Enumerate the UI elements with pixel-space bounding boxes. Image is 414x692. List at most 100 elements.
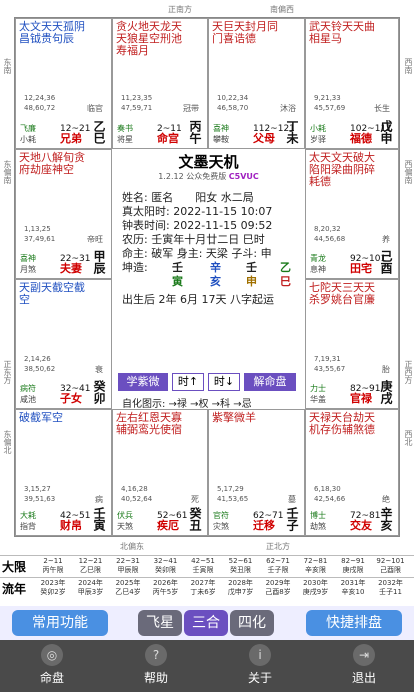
sanhe-tab[interactable]: 三合 (184, 610, 228, 636)
star-char: 辰 (63, 32, 74, 45)
sihua-tab[interactable]: 四化 (230, 610, 274, 636)
palace-cell[interactable]: 天巨天封月同门喜诰德 10,22,34 46,58,70 沐浴 喜神 攀鞍 11… (208, 18, 305, 149)
star-char: 微 (234, 411, 245, 424)
dayun-cell[interactable]: 72~81 辛亥限 (299, 557, 333, 575)
star-char: 使 (160, 423, 171, 436)
liunian-cell[interactable]: 2032年 壬子11 (374, 579, 408, 597)
tab-about[interactable]: i 关于 (230, 644, 290, 686)
common-functions-button[interactable]: 常用功能 (12, 610, 108, 636)
time-up-button[interactable]: 时↑ (172, 373, 204, 391)
dayun-cell[interactable]: 92~101 己酉限 (374, 557, 408, 575)
palace-cell[interactable]: 天禄天台劫天机存伤辅煞德 6,18,30 42,54,66 绝 博士 劫煞 72… (305, 409, 399, 536)
tab-mingpan[interactable]: ◎ 命盘 (22, 644, 82, 686)
cell-star-a: 伏兵 (117, 511, 133, 520)
star-char: 福 (127, 44, 138, 57)
cell-palace: 兄弟 (60, 132, 82, 145)
cell-ages: 7,19,31 43,55,67 (314, 355, 346, 373)
dayun-cell[interactable]: 32~41 癸卯限 (149, 557, 183, 575)
time-down-button[interactable]: 时↓ (208, 373, 240, 391)
dayun-cell-top: 62~71 (266, 557, 290, 565)
dayun-cell[interactable]: 82~91 庚戌限 (336, 557, 370, 575)
dayun-cell[interactable]: 52~61 癸丑限 (224, 557, 258, 575)
palace-cell[interactable]: 左右红恩天寡辅弼鸾光使宿 4,16,28 40,52,64 死 伏兵 天煞 52… (112, 409, 208, 536)
liunian-cell-bottom: 壬子11 (379, 588, 402, 596)
cell-ages: 5,17,29 41,53,65 (217, 485, 249, 503)
kun-label: 坤造: (122, 261, 148, 274)
liunian-cell[interactable]: 2028年 戊申7岁 (224, 579, 258, 597)
star-char: 阴 (353, 163, 364, 176)
cell-palace: 财帛 (60, 519, 82, 532)
star-char: 句 (52, 32, 63, 45)
star-char: 神 (52, 163, 63, 176)
cell-stars: 天巨天封月同门喜诰德 (212, 21, 286, 45)
dayun-cell[interactable]: 42~51 壬寅限 (186, 557, 220, 575)
cell-star-a: 博士 (310, 511, 326, 520)
liunian-cell[interactable]: 2027年 丁未6岁 (186, 579, 220, 597)
cell-star-a: 力士 (310, 384, 326, 393)
star-char: 空 (63, 163, 74, 176)
palace-cell[interactable]: 武天铃天天曲相星马 9,21,33 45,57,69 长生 小耗 岁驿 102~… (305, 18, 399, 149)
liunian-cell[interactable]: 2029年 己酉8岁 (261, 579, 295, 597)
direction-top-right: 南偏西 (270, 5, 294, 14)
liunian-cell[interactable]: 2031年 辛亥10 (336, 579, 370, 597)
cell-stage: 绝 (382, 495, 390, 504)
palace-cell[interactable]: 贪火地天龙天天狼星空刑池寿福月 11,23,35 47,59,71 冠带 奏书 … (112, 18, 208, 149)
star-char: 空 (52, 411, 63, 424)
star-char: 曲 (342, 163, 353, 176)
cell-star-a: 青龙 (310, 254, 326, 263)
star-char: 截 (30, 411, 41, 424)
fly-star-tab[interactable]: 飞星 (138, 610, 182, 636)
liunian-cell-top: 2031年 (340, 579, 366, 587)
cell-stage: 沐浴 (280, 104, 296, 113)
star-char: 门 (212, 32, 223, 45)
cell-stage: 衰 (95, 365, 103, 374)
interpret-chart-button[interactable]: 解命盘 (244, 373, 296, 391)
liunian-label: 流年 (2, 582, 27, 596)
dayun-cell[interactable]: 62~71 壬子限 (261, 557, 295, 575)
palace-cell[interactable]: 天地八解旬贪府劫座神空 1,13,25 37,49,61 帝旺 喜神 月煞 22… (15, 149, 112, 279)
cell-stars: 天禄天台劫天机存伤辅煞德 (309, 412, 380, 436)
quick-chart-button[interactable]: 快捷排盘 (306, 610, 402, 636)
tab-help[interactable]: ? 帮助 (126, 644, 186, 686)
palace-cell[interactable]: 太文天天孤阴昌钺贵句辰 12,24,36 48,60,72 临官 飞廉 小耗 1… (15, 18, 112, 149)
palace-cell[interactable]: 太天文天破大陷阳梁曲阴碎耗德 8,20,32 44,56,68 养 青龙 息神 … (305, 149, 399, 279)
dayun-cell-bottom: 己酉限 (380, 566, 401, 574)
star-char: 梁 (331, 163, 342, 176)
dayun-cell[interactable]: 12~21 乙巳限 (74, 557, 108, 575)
liunian-cell[interactable]: 2030年 庚戌9岁 (299, 579, 333, 597)
palace-cell[interactable]: 紫擎微羊 5,17,29 41,53,65 墓 官符 灾煞 62~71 迁移 壬… (208, 409, 305, 536)
direction-right-top: 西南 (404, 58, 413, 74)
dayun-cell[interactable]: 2~11 丙午限 (36, 557, 70, 575)
palace-cell[interactable]: 七陀天三天天杀罗姚台官廉 7,19,31 43,55,67 胎 力士 华盖 82… (305, 279, 399, 409)
tab-exit[interactable]: ⇥ 退出 (334, 644, 394, 686)
liunian-cell[interactable]: 2025年 乙巳4岁 (111, 579, 145, 597)
learn-ziwei-button[interactable]: 学紫微 (118, 373, 168, 391)
dayun-cell-bottom: 辛亥限 (305, 566, 326, 574)
liunian-cell[interactable]: 2023年 癸卯2岁 (36, 579, 70, 597)
dayun-cell-top: 12~21 (78, 557, 103, 565)
cell-star-b: 月煞 (20, 265, 36, 274)
star-char: 官 (353, 293, 364, 306)
cell-ages: 9,21,33 45,57,69 (314, 94, 346, 112)
star-char: 天 (353, 20, 364, 33)
direction-right-mid: 西偏南 (404, 160, 413, 184)
palace-cell[interactable]: 天副天截空截空 2,14,26 38,50,62 衰 病符 咸池 32~41 子… (15, 279, 112, 409)
cell-palace: 迁移 (253, 519, 275, 532)
cell-ages: 8,20,32 44,56,68 (314, 225, 346, 243)
star-char: 德 (245, 32, 256, 45)
star-char: 天 (41, 281, 52, 294)
cell-ages: 1,13,25 37,49,61 (24, 225, 56, 243)
liunian-cell[interactable]: 2024年 甲辰3岁 (74, 579, 108, 597)
palace-cell[interactable]: 破截军空 3,15,27 39,51,63 病 大耗 指背 42~51 财帛 壬… (15, 409, 112, 536)
dayun-cell[interactable]: 22~31 甲辰限 (111, 557, 145, 575)
star-char: 辅 (116, 423, 127, 436)
palace-chart: 太文天天孤阴昌钺贵句辰 12,24,36 48,60,72 临官 飞廉 小耗 1… (14, 17, 400, 537)
dayun-cell-bottom: 丙午限 (42, 566, 64, 574)
star-char: 弼 (127, 423, 138, 436)
cell-stage: 死 (191, 495, 199, 504)
info-icon: i (249, 644, 271, 666)
cell-ganzhi: 丙午 (188, 120, 202, 144)
liunian-cell[interactable]: 2026年 丙午5岁 (149, 579, 183, 597)
direction-top-left: 正南方 (168, 5, 192, 14)
direction-bottom-right: 正北方 (266, 542, 290, 551)
